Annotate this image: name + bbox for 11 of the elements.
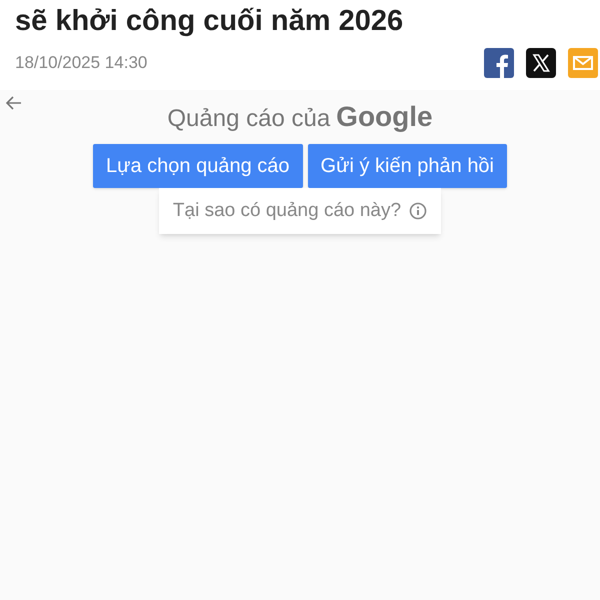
ad-title: Quảng cáo của	[167, 104, 330, 134]
facebook-icon[interactable]	[484, 48, 514, 78]
article-headline: sẽ khởi công cuối năm 2026	[15, 4, 404, 39]
x-icon[interactable]	[526, 48, 556, 78]
google-wordmark: Google	[336, 100, 433, 134]
why-this-ad-button[interactable]: Tại sao có quảng cáo này?	[158, 188, 442, 234]
back-arrow-icon[interactable]	[6, 96, 22, 110]
info-icon	[409, 202, 428, 220]
publish-date: 18/10/2025 14:30	[15, 52, 148, 74]
ad-action-button[interactable]: Lựa chọn quảng cáo	[92, 144, 303, 188]
ad-action-button[interactable]: Gửi ý kiến phản hồi	[308, 144, 508, 188]
